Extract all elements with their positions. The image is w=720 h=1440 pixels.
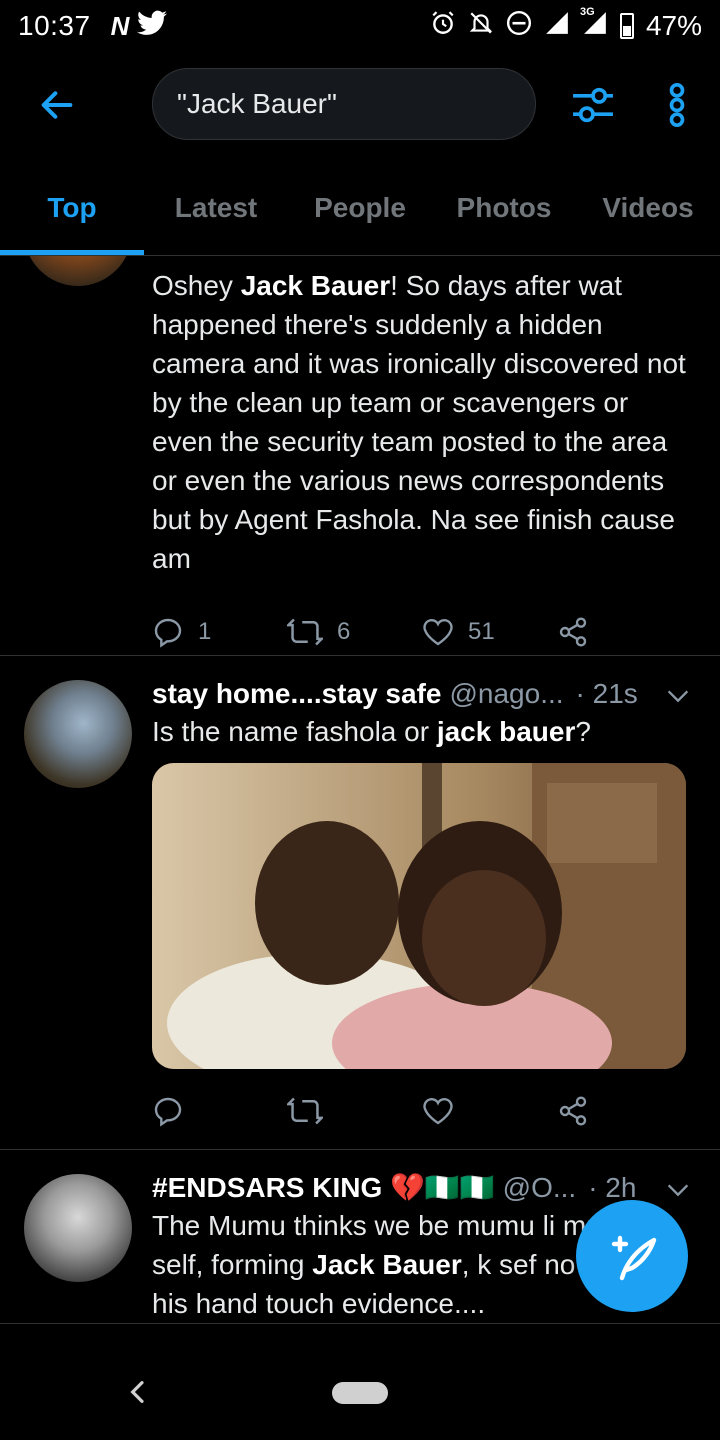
chevron-down-icon[interactable] — [664, 682, 692, 710]
reply-icon — [154, 1097, 182, 1127]
search-filter-button[interactable] — [566, 78, 620, 132]
status-bar: 10:37 N 3G 47% — [0, 0, 720, 52]
battery-icon — [619, 13, 634, 39]
reply-button[interactable]: 1 — [152, 616, 287, 648]
user-name[interactable]: stay home....stay safe — [152, 676, 441, 712]
user-name[interactable]: #ENDSARS KING 💔🇳🇬🇳🇬 — [152, 1170, 495, 1206]
tab-people[interactable]: People — [288, 170, 432, 255]
share-icon — [559, 617, 587, 647]
tweet-meta: #ENDSARS KING 💔🇳🇬🇳🇬 @O... · 2h — [152, 1170, 692, 1206]
search-input[interactable]: "Jack Bauer" — [152, 68, 536, 140]
tweet-meta: stay home....stay safe @nago... · 21s — [152, 676, 692, 712]
avatar[interactable] — [24, 680, 132, 788]
search-tabs: Top Latest People Photos Videos — [0, 170, 720, 256]
signal-icon — [544, 10, 570, 43]
meme-photo — [152, 763, 686, 1069]
twitter-bird-icon — [137, 10, 168, 43]
status-time: 10:37 — [18, 10, 91, 41]
tweet-media-image[interactable] — [152, 763, 686, 1069]
battery-percent: 47% — [645, 10, 702, 41]
arrow-left-icon — [41, 91, 73, 119]
tab-latest[interactable]: Latest — [144, 170, 288, 255]
nav-back-icon[interactable] — [122, 1376, 154, 1408]
share-icon — [559, 1096, 587, 1126]
retweet-icon — [287, 618, 323, 646]
tweet-time: · 21s — [575, 678, 638, 709]
heart-icon — [423, 1097, 453, 1125]
tab-top[interactable]: Top — [0, 170, 144, 255]
avatar[interactable] — [24, 1174, 132, 1282]
search-header: "Jack Bauer" — [0, 60, 720, 150]
retweet-icon — [287, 1097, 323, 1125]
reply-count: 1 — [198, 618, 212, 645]
tweet-actions — [152, 1081, 692, 1141]
like-button[interactable] — [422, 1095, 557, 1127]
tweet[interactable]: Oshey Jack Bauer! So days after wat happ… — [0, 256, 720, 656]
notifications-off-icon — [468, 10, 494, 43]
reply-icon — [154, 618, 182, 648]
compose-tweet-button[interactable] — [576, 1200, 688, 1312]
share-button[interactable] — [557, 616, 692, 648]
tweet-feed: Oshey Jack Bauer! So days after wat happ… — [0, 256, 720, 1346]
tweet-text: Is the name fashola or jack bauer? — [152, 716, 591, 747]
alarm-icon — [430, 10, 456, 43]
tweet-actions: 1 6 51 — [152, 602, 692, 662]
avatar[interactable] — [24, 256, 132, 286]
tweet-text: Oshey Jack Bauer! So days after wat happ… — [152, 270, 686, 574]
reply-button[interactable] — [152, 1095, 287, 1127]
back-button[interactable] — [30, 78, 84, 132]
retweet-button[interactable] — [287, 1095, 422, 1127]
network-type-label: 3G — [579, 5, 595, 18]
search-query-text: "Jack Bauer" — [177, 88, 337, 119]
like-count: 51 — [468, 618, 495, 645]
more-vertical-icon — [669, 83, 685, 127]
more-options-button[interactable] — [650, 78, 704, 132]
nav-home-pill[interactable] — [332, 1382, 388, 1404]
tab-videos[interactable]: Videos — [576, 170, 720, 255]
heart-icon — [423, 618, 453, 646]
sliders-icon — [573, 87, 613, 123]
chevron-down-icon[interactable] — [664, 1176, 692, 1204]
retweet-button[interactable]: 6 — [287, 616, 422, 648]
share-button[interactable] — [557, 1095, 692, 1127]
user-handle: @O... — [502, 1172, 577, 1203]
tweet[interactable]: stay home....stay safe @nago... · 21s Is… — [0, 656, 720, 1150]
retweet-count: 6 — [337, 618, 351, 645]
signal-3g-icon: 3G — [580, 6, 608, 43]
compose-feather-icon — [611, 1235, 657, 1281]
system-nav-bar — [0, 1346, 720, 1440]
n-icon: N — [110, 11, 130, 41]
do-not-disturb-icon — [506, 10, 532, 43]
user-handle: @nago... — [449, 678, 564, 709]
like-button[interactable]: 51 — [422, 616, 557, 648]
tab-photos[interactable]: Photos — [432, 170, 576, 255]
